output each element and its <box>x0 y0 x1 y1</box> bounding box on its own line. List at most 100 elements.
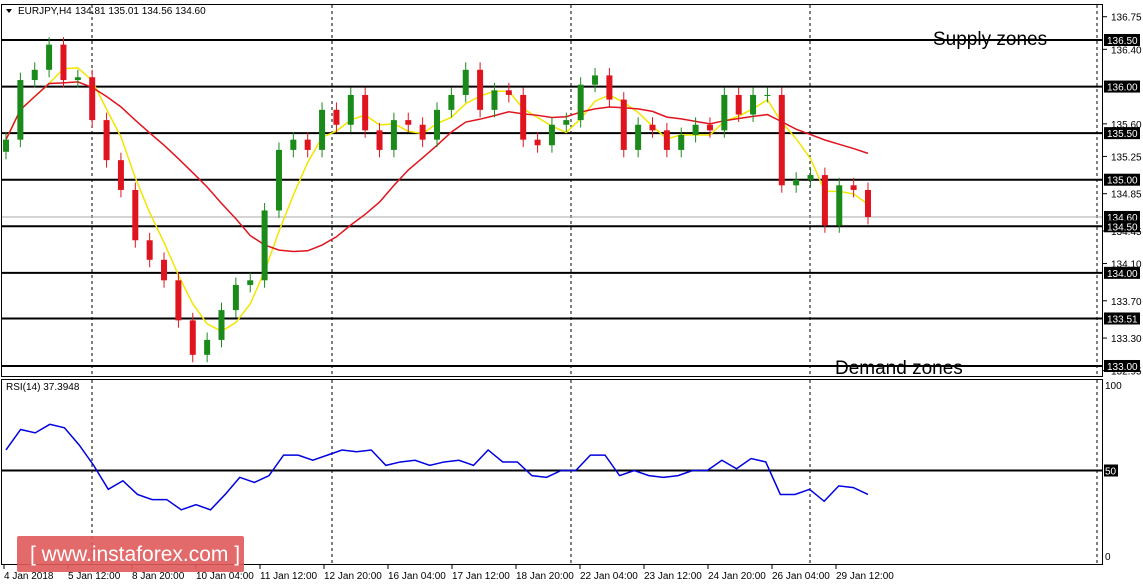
rsi-tick-label: 100 <box>1105 381 1122 392</box>
x-tick-label: 5 Jan 12:00 <box>68 571 121 582</box>
instaforex-watermark[interactable]: [ www.instaforex.com ] <box>17 536 244 572</box>
x-tick-label: 18 Jan 20:00 <box>516 571 574 582</box>
bull-candle <box>764 94 771 96</box>
bear-candle <box>89 77 96 121</box>
x-tick-label: 4 Jan 2018 <box>4 571 54 582</box>
demand-zones-label: Demand zones <box>835 358 963 379</box>
bull-candle <box>793 179 800 186</box>
y-tick-label: 135.25 <box>1111 152 1142 163</box>
bull-candle <box>3 139 9 152</box>
level-price-label: 135.50 <box>1107 129 1138 140</box>
level-price-label: 136.50 <box>1107 36 1138 47</box>
rsi-label: RSI(14) 37.3948 <box>6 382 80 393</box>
bear-candle <box>362 94 369 131</box>
bull-candle <box>563 120 570 125</box>
level-price-label: 133.00 <box>1107 362 1138 373</box>
x-tick-label: 26 Jan 04:00 <box>772 571 830 582</box>
bull-candle <box>836 185 843 226</box>
y-tick-label: 134.85 <box>1111 190 1142 201</box>
bull-candle <box>347 94 354 125</box>
x-tick-label: 23 Jan 12:00 <box>644 571 702 582</box>
bear-candle <box>304 139 311 150</box>
x-tick-label: 16 Jan 04:00 <box>388 571 446 582</box>
bear-candle <box>161 259 168 281</box>
bear-candle <box>620 99 627 150</box>
rsi-tick-label: 50 <box>1105 467 1117 478</box>
bull-candle <box>319 109 326 150</box>
bull-candle <box>635 124 642 150</box>
bull-candle <box>721 94 728 131</box>
bear-candle <box>649 124 656 131</box>
bull-candle <box>275 149 282 211</box>
bull-candle <box>204 339 211 355</box>
bull-candle <box>807 175 814 180</box>
rsi-tick-label: 0 <box>1105 552 1111 563</box>
bear-candle <box>850 185 857 190</box>
bear-candle <box>189 320 196 355</box>
trading-chart[interactable]: 136.75136.40135.60135.25134.85134.45134.… <box>0 0 1143 585</box>
bull-candle <box>261 210 268 281</box>
bear-candle <box>606 75 613 100</box>
bull-candle <box>448 94 455 110</box>
bull-candle <box>592 75 599 85</box>
bull-candle <box>74 77 81 81</box>
bear-candle <box>821 175 828 226</box>
y-tick-label: 133.70 <box>1111 297 1142 308</box>
level-price-label: 136.00 <box>1107 83 1138 94</box>
x-tick-label: 24 Jan 20:00 <box>708 571 766 582</box>
watermark-text: [ www.instaforex.com ] <box>30 543 240 566</box>
bull-candle <box>290 139 297 150</box>
bull-candle <box>46 44 53 70</box>
bull-candle <box>17 80 24 140</box>
bull-candle <box>462 69 469 95</box>
bear-candle <box>60 44 67 81</box>
bear-candle <box>778 94 785 186</box>
bull-candle <box>390 120 397 150</box>
bull-candle <box>692 124 699 136</box>
bear-candle <box>735 94 742 115</box>
bull-candle <box>247 280 254 285</box>
level-price-label: 133.51 <box>1107 314 1138 325</box>
bear-candle <box>103 120 110 161</box>
bear-candle <box>505 90 512 95</box>
bull-candle <box>548 124 555 146</box>
ohlc-label: 134.81 135.01 134.56 134.60 <box>75 6 206 17</box>
bear-candle <box>706 124 713 131</box>
x-tick-label: 8 Jan 20:00 <box>132 571 185 582</box>
bear-candle <box>117 160 124 190</box>
x-tick-label: 11 Jan 12:00 <box>260 571 318 582</box>
y-tick-label: 136.75 <box>1111 13 1142 24</box>
bear-candle <box>663 130 670 150</box>
x-tick-label: 29 Jan 12:00 <box>836 571 894 582</box>
bull-candle <box>232 284 239 311</box>
y-tick-label: 133.30 <box>1111 334 1142 345</box>
bull-candle <box>218 310 225 340</box>
supply-zones-label: Supply zones <box>933 29 1047 50</box>
bear-candle <box>376 130 383 150</box>
bear-candle <box>419 124 426 140</box>
bull-candle <box>434 109 440 140</box>
bull-candle <box>678 135 685 150</box>
bear-candle <box>477 69 484 110</box>
bear-candle <box>405 120 412 125</box>
level-price-label: 134.00 <box>1107 269 1138 280</box>
bull-candle <box>31 69 38 81</box>
background <box>0 0 1143 585</box>
bull-candle <box>750 94 757 115</box>
symbol-label: EURJPY,H4 <box>18 6 72 17</box>
bear-candle <box>520 94 527 140</box>
bull-candle <box>491 90 498 110</box>
bear-candle <box>175 280 182 321</box>
x-tick-label: 17 Jan 12:00 <box>452 571 510 582</box>
x-tick-label: 22 Jan 04:00 <box>580 571 638 582</box>
bull-candle <box>577 84 584 121</box>
bear-candle <box>146 240 153 260</box>
x-tick-label: 10 Jan 04:00 <box>196 571 254 582</box>
bear-candle <box>132 189 139 241</box>
level-price-label: 134.50 <box>1107 222 1138 233</box>
level-price-label: 135.00 <box>1107 176 1138 187</box>
x-tick-label: 12 Jan 20:00 <box>324 571 382 582</box>
bear-candle <box>865 189 871 217</box>
bear-candle <box>333 109 340 125</box>
bear-candle <box>534 139 541 146</box>
